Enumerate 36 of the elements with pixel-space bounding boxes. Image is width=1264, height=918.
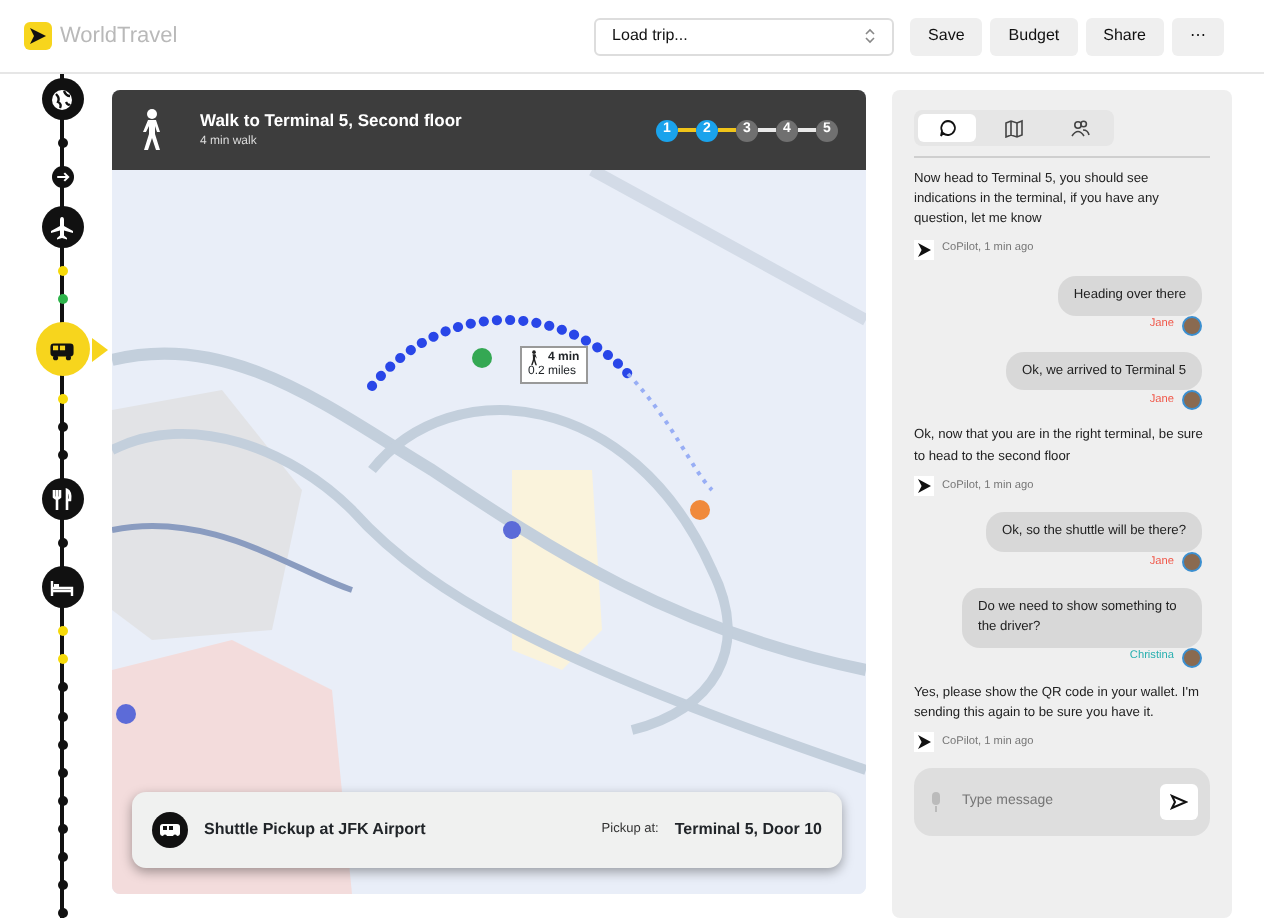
timeline-stop[interactable] bbox=[41, 478, 83, 521]
pickup-title: Shuttle Pickup at JFK Airport bbox=[204, 818, 426, 842]
bot-logo-icon bbox=[914, 475, 934, 496]
timeline-stop[interactable] bbox=[51, 166, 73, 189]
walking-person-icon bbox=[528, 350, 540, 366]
fork-knife-icon bbox=[48, 485, 76, 514]
toolbar-button[interactable]: Share bbox=[1085, 17, 1164, 55]
arrow-icon bbox=[53, 168, 71, 187]
toolbar-button[interactable]: Budget bbox=[990, 17, 1078, 55]
avatar bbox=[1182, 315, 1202, 336]
timeline-stop[interactable] bbox=[35, 322, 89, 377]
send-button[interactable] bbox=[1160, 783, 1198, 820]
speech-bubble-icon bbox=[937, 118, 958, 138]
avatar bbox=[1182, 390, 1202, 411]
bot-logo-icon bbox=[914, 239, 934, 260]
logo-icon bbox=[24, 22, 52, 50]
people-icon bbox=[1070, 118, 1091, 138]
timeline-stop[interactable] bbox=[41, 78, 83, 120]
globe-icon bbox=[48, 85, 76, 113]
chat-tab[interactable] bbox=[918, 114, 977, 142]
updown-caret-icon bbox=[864, 28, 877, 44]
avatar bbox=[1182, 551, 1202, 572]
timeline-stop[interactable] bbox=[41, 566, 83, 609]
avatar bbox=[1182, 647, 1202, 668]
map-icon bbox=[1003, 118, 1024, 138]
send-icon bbox=[1170, 793, 1188, 810]
pickup-location: Terminal 5, Door 10 bbox=[674, 818, 822, 842]
bot-logo-icon bbox=[914, 731, 934, 752]
trip-select[interactable]: Load trip... bbox=[594, 17, 895, 55]
van-icon bbox=[152, 812, 188, 848]
more-button[interactable]: ⋯ bbox=[1172, 17, 1224, 55]
timeline-stop[interactable] bbox=[41, 206, 83, 249]
toolbar-button[interactable]: Save bbox=[910, 17, 983, 55]
app-name: WorldTravel bbox=[60, 21, 178, 52]
route-title: Walk to Terminal 5, Second floor bbox=[200, 108, 462, 134]
airplane-icon bbox=[48, 213, 76, 242]
